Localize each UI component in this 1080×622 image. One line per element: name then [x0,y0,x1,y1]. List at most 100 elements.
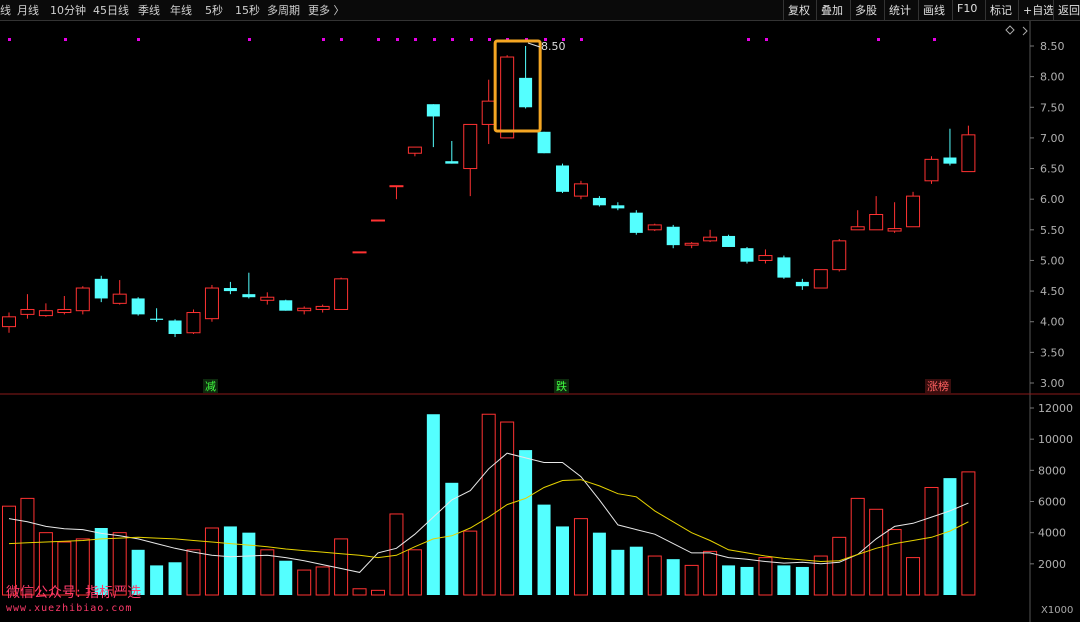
candle-body [57,308,72,314]
period-tab-0[interactable]: 线 [0,2,11,18]
price-tick-label: 5.50 [1040,224,1065,237]
candle-body [961,134,976,173]
volume-bar [887,529,902,596]
candle-body [315,305,330,310]
candle-body [352,251,367,254]
marker-dot [933,38,936,41]
marker-dot [322,38,325,41]
signal-label: 涨榜 [927,379,949,393]
candle-body [279,300,293,311]
candle-body [592,197,606,206]
volume-bar [573,518,588,596]
candle-body [684,242,699,246]
candle-body [703,236,718,242]
toolbar-action-5[interactable]: F10 [952,0,981,20]
candle-body [869,214,884,231]
candle-body [371,219,385,222]
candle-body [850,226,865,231]
volume-bar [519,450,533,595]
period-tab-6[interactable]: 5秒 [205,2,223,18]
volume-tick-label: 12000 [1038,402,1073,415]
price-tick-label: 8.50 [1040,40,1065,53]
candle-body [297,307,312,312]
marker-dot [137,38,140,41]
candle-body [407,146,422,154]
volume-bar [832,536,847,596]
marker-dot [747,38,750,41]
price-tick-label: 4.50 [1040,285,1065,298]
candle-body [500,56,515,139]
volume-bar [703,550,718,596]
marker-dot [377,38,380,41]
period-tab-1[interactable]: 月线 [17,2,39,18]
candle-body [112,293,127,304]
marker-dot [433,38,436,41]
toolbar-action-8[interactable]: 返回 [1053,0,1080,20]
marker-dot [248,38,251,41]
volume-bar [352,588,367,596]
volume-bar [850,497,865,596]
candle-body [2,316,16,328]
period-tab-5[interactable]: 年线 [170,2,192,18]
high-price-label: 8.50 [541,40,566,53]
volume-tick-label: 8000 [1038,464,1066,477]
toolbar-action-4[interactable]: 画线 [918,0,949,20]
candle-body [389,185,404,188]
candle-body [887,228,902,232]
volume-bar [684,564,699,596]
price-tick-label: 7.50 [1040,101,1065,114]
volume-bar [20,497,35,596]
toolbar-action-2[interactable]: 多股 [850,0,881,20]
marker-dot [470,38,473,41]
volume-bar [315,566,330,596]
candle-body [481,100,496,125]
toolbar-action-3[interactable]: 统计 [884,0,915,20]
period-tab-2[interactable]: 10分钟 [50,2,86,18]
candle-body [758,255,773,261]
volume-bar [260,549,275,596]
candle-body [445,161,459,164]
volume-bar [537,504,551,595]
candle-body [943,157,957,164]
candle-body [186,312,201,334]
candle-body [463,123,478,170]
period-tab-9[interactable]: 更多 〉 [308,2,345,18]
candle-body [647,224,662,231]
toolbar-action-6[interactable]: 标记 [985,0,1016,20]
candle-body [150,318,164,320]
volume-bar [463,530,478,596]
candle-body [426,104,440,117]
volume-bar [722,565,736,595]
volume-bar [334,538,349,596]
chevron-right-icon[interactable] [1022,26,1028,36]
toolbar-action-1[interactable]: 叠加 [816,0,847,20]
candle-body [204,287,219,320]
period-tab-7[interactable]: 15秒 [235,2,260,18]
marker-dot [765,38,768,41]
watermark-wechat: 微信公众号: 指标严选 [6,585,142,601]
marker-dot [340,38,343,41]
high-price-pointer [527,42,541,48]
marker-dot [414,38,417,41]
candle-body [813,269,828,289]
volume-bar [204,527,219,596]
toolbar-action-0[interactable]: 复权 [783,0,814,20]
volume-bar [777,565,791,595]
volume-bar [795,566,809,595]
volume-bar [961,471,976,596]
diamond-icon[interactable] [1005,25,1015,35]
period-tab-3[interactable]: 45日线 [93,2,129,18]
candle-body [832,240,847,271]
price-tick-label: 7.00 [1040,132,1065,145]
signal-label: 减 [205,380,216,393]
kline-chart: 8.50 8.00 7.50 7.00 6.50 6.00 5.50 5.00 4.50 4.00… [0,20,1080,622]
period-tab-4[interactable]: 季线 [138,2,160,18]
volume-bar [556,526,569,595]
volume-bar [592,532,606,595]
volume-bar [150,565,164,595]
period-tab-8[interactable]: 多周期 [267,2,300,18]
candle-body [223,288,237,292]
candle-body [777,257,791,278]
volume-bar [426,414,440,595]
signal-label: 跌 [556,379,567,393]
